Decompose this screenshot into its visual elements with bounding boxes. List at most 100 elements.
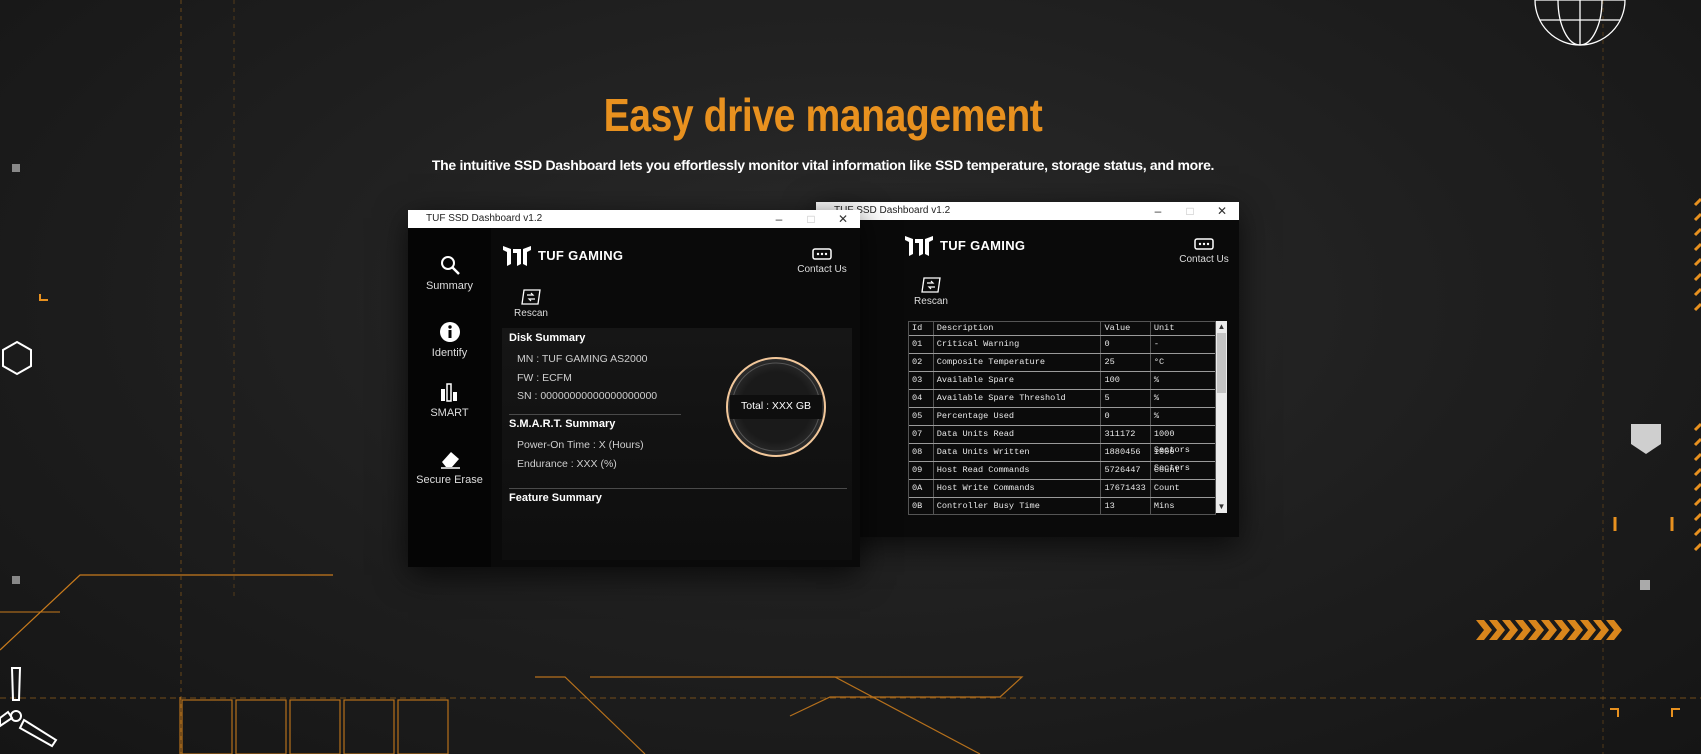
cell-unit: 1000 Sectors — [1153, 447, 1190, 473]
cell-value: 5 — [1101, 390, 1151, 407]
cell-id: 03 — [909, 372, 934, 389]
table-row[interactable]: 03 Available Spare 100% — [909, 372, 1215, 390]
chat-icon — [812, 248, 832, 260]
eraser-icon — [440, 452, 460, 469]
contact-us-button[interactable]: Contact Us — [792, 248, 852, 275]
cell-id: 08 — [909, 444, 934, 461]
column-header-id: Id — [909, 322, 934, 335]
table-body: 01 Critical Warning 0-02 Composite Temperat… — [909, 336, 1215, 514]
brand-logo: TUF GAMING — [904, 234, 1025, 256]
bar-chart-icon — [440, 383, 457, 402]
cell-description: Percentage Used — [934, 408, 1102, 425]
minimize-button[interactable]: – — [772, 210, 786, 228]
maximize-button[interactable]: □ — [1183, 202, 1197, 220]
maximize-button[interactable]: □ — [804, 210, 818, 228]
table-row[interactable]: 08 Data Units Written 1880456 1000 Sectors — [909, 444, 1215, 473]
brand-text: TUF GAMING — [940, 237, 1026, 253]
cell-unit: °C — [1153, 357, 1165, 367]
nav-summary[interactable]: Summary — [408, 254, 491, 292]
table-row[interactable]: 02 Composite Temperature 25 °C — [909, 354, 1215, 372]
cell-value: 25 — [1101, 354, 1151, 371]
power-on-time: Power-On Time : X (Hours) — [517, 439, 644, 451]
brand-logo: TUF GAMING — [502, 244, 623, 266]
cell-id: 09 — [909, 462, 934, 479]
endurance: Endurance : XXX (%) — [517, 458, 617, 470]
chat-icon — [1194, 238, 1214, 250]
smart-table[interactable]: Id Description Value Unit 01 Critical War… — [908, 321, 1216, 515]
tuf-logo-icon — [503, 246, 531, 266]
cell-id: 07 — [909, 426, 934, 443]
sidebar: Summary Identify SMART Secure Erase — [408, 228, 491, 567]
feature-summary-title: Feature Summary — [509, 492, 602, 504]
table-row[interactable]: 05 Percentage Used 0% — [909, 408, 1215, 426]
cell-value: 0 — [1101, 336, 1151, 353]
cell-id: 02 — [909, 354, 934, 371]
table-row[interactable]: 09 Host Read Commands 5726447 Count — [909, 462, 1215, 480]
divider — [509, 488, 847, 489]
window-title: TUF SSD Dashboard v1.2 — [426, 213, 543, 224]
nav-label: Identify — [431, 347, 468, 359]
cell-description: Available Spare — [934, 372, 1102, 389]
nav-identify[interactable]: Identify — [408, 321, 491, 359]
serial-number: SN : 00000000000000000000 — [517, 390, 658, 402]
cell-value: 1880456 — [1101, 444, 1151, 461]
rescan-label: Rescan — [514, 308, 548, 319]
rescan-button[interactable]: Rescan — [506, 288, 556, 319]
titlebar: TUF SSD Dashboard v1.2 – □ ✕ — [408, 210, 860, 228]
table-header: Id Description Value Unit — [909, 322, 1215, 336]
rescan-button[interactable]: Rescan — [906, 276, 956, 307]
cell-description: Controller Busy Time — [934, 498, 1102, 514]
info-icon — [439, 322, 460, 342]
divider — [509, 414, 681, 415]
contact-us-button[interactable]: Contact Us — [1174, 238, 1234, 265]
table-row[interactable]: 0A Host Write Commands 17671433 Count — [909, 480, 1215, 498]
model-number: MN : TUF GAMING AS2000 — [517, 353, 648, 365]
rescan-icon — [521, 289, 541, 305]
contact-us-label: Contact Us — [797, 264, 847, 275]
cell-unit: Mins — [1153, 501, 1175, 511]
cell-id: 0A — [909, 480, 934, 497]
cell-unit: % — [1153, 393, 1160, 403]
close-button[interactable]: ✕ — [1215, 202, 1229, 220]
nav-smart[interactable]: SMART — [408, 381, 491, 419]
capacity-gauge: Total : XXX GB — [724, 355, 828, 459]
summary-window: TUF SSD Dashboard v1.2 – □ ✕ Summary Ide… — [408, 210, 860, 567]
table-row[interactable]: 07 Data Units Read 311172 1000 Sectors — [909, 426, 1215, 455]
cell-unit: Count — [1153, 483, 1180, 493]
nav-label: Secure Erase — [416, 474, 483, 486]
table-row[interactable]: 04 Available Spare Threshold 5% — [909, 390, 1215, 408]
cell-value: 13 — [1101, 498, 1151, 514]
nav-secure-erase[interactable]: Secure Erase — [408, 448, 491, 486]
scroll-thumb[interactable] — [1217, 333, 1226, 393]
scroll-up-arrow-icon[interactable]: ▲ — [1216, 322, 1227, 332]
cell-value: 5726447 — [1101, 462, 1151, 479]
hero-subtitle: The intuitive SSD Dashboard lets you eff… — [431, 157, 1215, 173]
disk-summary-title: Disk Summary — [509, 332, 586, 344]
nav-label: Summary — [425, 280, 474, 292]
cell-unit: % — [1153, 375, 1160, 385]
cell-unit: Count — [1153, 465, 1180, 475]
nav-label: SMART — [430, 407, 469, 419]
table-row[interactable]: 0B Controller Busy Time 13 Mins — [909, 498, 1215, 514]
tuf-logo-icon — [905, 236, 933, 256]
cell-description: Host Write Commands — [934, 480, 1102, 497]
cell-description: Available Spare Threshold — [934, 390, 1102, 407]
brand-text: TUF GAMING — [538, 247, 624, 263]
summary-panel: Disk Summary MN : TUF GAMING AS2000 FW :… — [502, 328, 852, 560]
cell-unit: - — [1153, 339, 1160, 349]
minimize-button[interactable]: – — [1151, 202, 1165, 220]
hero-title: Easy drive management — [603, 89, 1043, 141]
table-scrollbar[interactable]: ▲ ▼ — [1216, 321, 1227, 513]
smart-summary-title: S.M.A.R.T. Summary — [509, 418, 616, 430]
cell-id: 01 — [909, 336, 934, 353]
cell-value: 17671433 — [1101, 480, 1151, 497]
cell-id: 04 — [909, 390, 934, 407]
capacity-total: Total : XXX GB — [740, 400, 812, 412]
rescan-icon — [921, 277, 941, 293]
table-row[interactable]: 01 Critical Warning 0- — [909, 336, 1215, 354]
cell-value: 100 — [1101, 372, 1151, 389]
cell-description: Critical Warning — [934, 336, 1102, 353]
cell-description: Data Units Read — [934, 426, 1102, 443]
scroll-down-arrow-icon[interactable]: ▼ — [1216, 502, 1227, 512]
close-button[interactable]: ✕ — [836, 210, 850, 228]
